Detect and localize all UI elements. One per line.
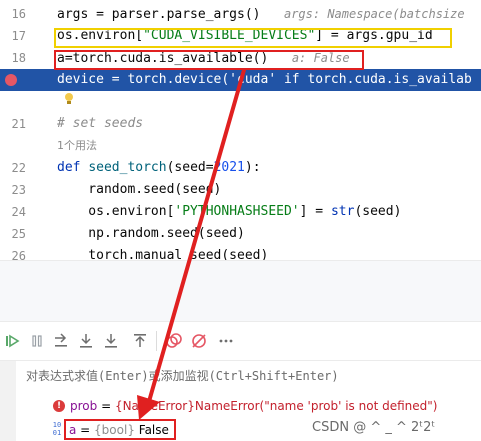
panel-empty-area [0, 261, 481, 321]
toolbar-separator [156, 331, 157, 351]
view-breakpoints-icon[interactable] [165, 332, 183, 350]
code-text: args = parser.parse_args() args: Namespa… [57, 7, 465, 22]
code-editor[interactable]: 16 args = parser.parse_args() args: Name… [0, 0, 481, 260]
variable-row-prob[interactable]: prob = {NameError}NameError("name 'prob'… [0, 395, 481, 417]
line-number: 18 [11, 51, 26, 65]
line-number: 25 [11, 227, 26, 241]
line-number: 21 [11, 117, 26, 131]
resume-icon[interactable] [3, 332, 21, 350]
evaluate-placeholder: 对表达式求值(Enter)或添加监视(Ctrl+Shift+Enter) [26, 369, 339, 383]
line-number: 23 [11, 183, 26, 197]
step-over-icon[interactable] [52, 332, 70, 350]
run-to-cursor-icon[interactable] [131, 332, 149, 350]
debugger-toolbar [0, 321, 481, 360]
bool-type-icon: 10 01 [52, 421, 62, 437]
code-line-25[interactable]: 25 np.random.seed(seed) [0, 223, 481, 245]
step-out-icon[interactable] [102, 332, 120, 350]
code-text: np.random.seed(seed) [57, 226, 245, 241]
variable-text: prob = {NameError}NameError("name 'prob'… [70, 399, 438, 413]
breakpoint-icon[interactable] [5, 74, 17, 86]
code-line-22[interactable]: 22 def seed_torch(seed=2021): [0, 157, 481, 179]
panel-sidebar-strip [0, 361, 16, 391]
usages-hint[interactable]: 1个用法 [57, 135, 97, 157]
inline-value-hint: args: Namespace(batchsize [283, 7, 465, 21]
code-line-24[interactable]: 24 os.environ['PYTHONHASHSEED'] = str(se… [0, 201, 481, 223]
red-highlight-box [54, 50, 364, 70]
line-number: 22 [11, 161, 26, 175]
error-icon [53, 400, 65, 412]
evaluate-expression-field[interactable]: 对表达式求值(Enter)或添加监视(Ctrl+Shift+Enter) [0, 360, 481, 392]
line-number: 17 [11, 29, 26, 43]
mute-breakpoints-icon[interactable] [190, 332, 208, 350]
intention-row [0, 89, 481, 111]
code-text: random.seed(seed) [57, 182, 222, 197]
usages-hint-row[interactable]: 1个用法 [0, 135, 481, 157]
code-line-26[interactable]: 26 torch.manual_seed(seed) [0, 245, 481, 260]
yellow-highlight-box [54, 28, 452, 48]
code-text: torch.manual_seed(seed) [57, 248, 269, 260]
line-number: 16 [11, 7, 26, 21]
pause-icon[interactable] [28, 332, 46, 350]
variables-panel: prob = {NameError}NameError("name 'prob'… [0, 391, 481, 441]
line-number: 24 [11, 205, 26, 219]
step-into-icon[interactable] [77, 332, 95, 350]
code-text: os.environ['PYTHONHASHSEED'] = str(seed) [57, 204, 402, 219]
red-highlight-box [64, 419, 176, 440]
lightbulb-icon[interactable] [64, 92, 74, 106]
code-comment: # set seeds [57, 116, 144, 131]
line-number: 26 [11, 249, 26, 260]
code-line-21[interactable]: 21 # set seeds [0, 113, 481, 135]
code-text: def seed_torch(seed=2021): [57, 160, 261, 175]
code-line-19-current[interactable]: device = torch.device('cuda' if torch.cu… [0, 69, 481, 91]
code-text: device = torch.device('cuda' if torch.cu… [57, 72, 472, 87]
watermark: CSDN @ ^ _ ^ 2ᵗ2ᵗ [312, 420, 436, 435]
more-icon[interactable] [217, 332, 235, 350]
code-line-16[interactable]: 16 args = parser.parse_args() args: Name… [0, 3, 481, 25]
code-line-23[interactable]: 23 random.seed(seed) [0, 179, 481, 201]
